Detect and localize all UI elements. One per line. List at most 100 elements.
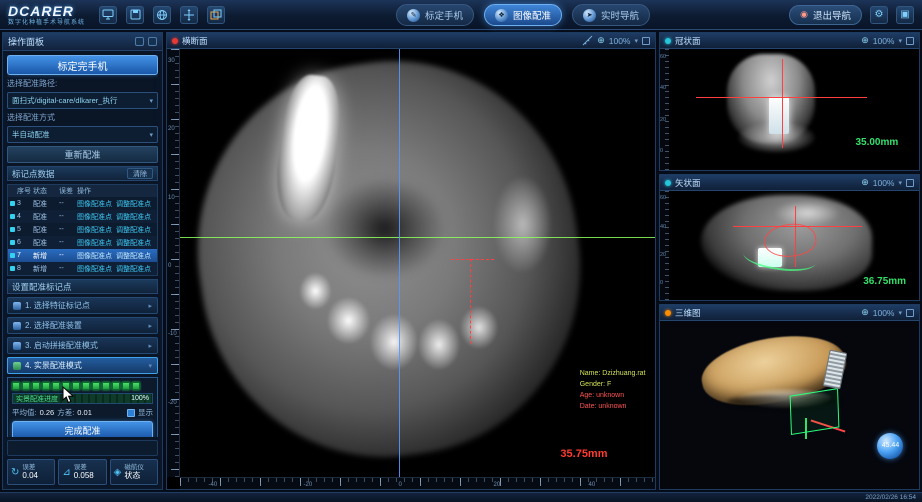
step-start-stitch-registration[interactable]: 3. 启动拼接配准模式 ▸ bbox=[7, 337, 158, 354]
registration-path-select[interactable]: 面扫式/digital-care/dlkarer_执行 ▾ bbox=[7, 92, 158, 109]
zoom-level[interactable]: 100% bbox=[873, 178, 895, 188]
tracking-ball-indicator[interactable]: 45.44 bbox=[877, 433, 903, 459]
select-point-link[interactable]: 图像配准点 bbox=[77, 251, 112, 261]
zoom-icon[interactable]: ⊕ bbox=[597, 35, 605, 46]
collapse-icon[interactable] bbox=[148, 37, 157, 46]
measure-ruler-icon[interactable] bbox=[582, 35, 593, 46]
horizontal-ruler: -40 -20 0 20 40 bbox=[180, 477, 655, 489]
axial-crosshair-horizontal[interactable] bbox=[180, 237, 655, 238]
error-status-box-2[interactable]: ⊿ 误差 0.058 bbox=[58, 459, 106, 485]
top-bar: DCARER 数字化种植手术导航系统 ✎ 标定手机 ❖ 图像配准 ➤ 实时导航 bbox=[0, 0, 922, 30]
marker-row[interactable]: 3 配准 -- 图像配准点调整配准点 bbox=[8, 197, 157, 210]
move-icon[interactable] bbox=[180, 6, 198, 24]
settings-icon[interactable]: ⚙ bbox=[870, 6, 888, 24]
chevron-down-icon: ▾ bbox=[148, 362, 152, 370]
fullscreen-icon[interactable] bbox=[642, 37, 650, 45]
inactive-action-button[interactable] bbox=[7, 440, 158, 456]
zoom-icon[interactable]: ⊕ bbox=[861, 35, 869, 46]
error-status-box-1[interactable]: ↻ 误差 0.04 bbox=[7, 459, 55, 485]
select-point-link[interactable]: 图像配准点 bbox=[77, 238, 112, 248]
view-dot-icon bbox=[665, 310, 671, 316]
registration-stats: 平均值: 0.26 方差: 0.01 显示 bbox=[12, 407, 153, 418]
chevron-down-icon[interactable]: ▾ bbox=[898, 309, 902, 317]
step-select-feature-markers[interactable]: 1. 选择特征标记点 ▸ bbox=[7, 297, 158, 314]
monitor-icon[interactable] bbox=[99, 6, 117, 24]
adjust-point-link[interactable]: 调整配准点 bbox=[116, 264, 151, 274]
select-point-link[interactable]: 图像配准点 bbox=[77, 264, 112, 274]
status-bar: 2022/02/26 16:54 bbox=[0, 492, 922, 502]
main-tabs: ✎ 标定手机 ❖ 图像配准 ➤ 实时导航 bbox=[396, 4, 650, 26]
handpiece-icon: ✎ bbox=[407, 9, 420, 22]
chevron-down-icon: ▾ bbox=[149, 97, 153, 105]
zoom-icon[interactable]: ⊕ bbox=[861, 177, 869, 188]
chevron-down-icon[interactable]: ▾ bbox=[898, 179, 902, 187]
chevron-down-icon[interactable]: ▾ bbox=[634, 37, 638, 45]
zoom-level[interactable]: 100% bbox=[873, 36, 895, 46]
operation-panel-title: 操作面板 bbox=[8, 35, 44, 48]
marker-row[interactable]: 8 新增 -- 图像配准点调整配准点 bbox=[8, 262, 157, 275]
axial-crosshair-vertical[interactable] bbox=[399, 49, 400, 477]
fullscreen-icon[interactable] bbox=[906, 37, 914, 45]
axial-view-title: 横断面 bbox=[182, 35, 208, 47]
adjust-point-link[interactable]: 调整配准点 bbox=[116, 212, 151, 222]
coronal-view-body[interactable]: 60 40 20 0 35.00mm bbox=[660, 49, 919, 170]
tab-label: 图像配准 bbox=[513, 8, 551, 22]
record-dot-icon bbox=[172, 38, 178, 44]
marker-table: 序号 状态 误差 操作 3 配准 -- 图像配准点调整配准点 4 bbox=[7, 184, 158, 276]
chevron-right-icon: ▸ bbox=[148, 302, 152, 310]
marker-row[interactable]: 6 配准 -- 图像配准点调整配准点 bbox=[8, 236, 157, 249]
fullscreen-icon[interactable] bbox=[906, 309, 914, 317]
clear-markers-button[interactable]: 清除 bbox=[127, 168, 153, 179]
tracking-status-row: ↻ 误差 0.04 ⊿ 误差 0.058 ◈ bbox=[7, 459, 158, 485]
sagittal-view-panel: 矢状面 ⊕ 100% ▾ 60 40 20 0 bbox=[659, 174, 920, 301]
tab-label: 标定手机 bbox=[425, 8, 463, 22]
sagittal-view-title: 矢状面 bbox=[675, 177, 701, 189]
tab-image-registration[interactable]: ❖ 图像配准 bbox=[484, 4, 562, 26]
marker-row[interactable]: 4 配准 -- 图像配准点调整配准点 bbox=[8, 210, 157, 223]
show-checkbox[interactable] bbox=[127, 409, 135, 417]
finish-registration-button[interactable]: 完成配准 bbox=[12, 421, 153, 437]
adjust-point-link[interactable]: 调整配准点 bbox=[116, 225, 151, 235]
chevron-down-icon[interactable]: ▾ bbox=[898, 37, 902, 45]
zoom-icon[interactable]: ⊕ bbox=[861, 307, 869, 318]
registration-method-select[interactable]: 半自动配准 ▾ bbox=[7, 126, 158, 143]
marker-table-header: 序号 状态 误差 操作 bbox=[8, 185, 157, 197]
window-icon[interactable]: ▣ bbox=[896, 6, 914, 24]
select-point-link[interactable]: 图像配准点 bbox=[77, 212, 112, 222]
adjust-point-link[interactable]: 调整配准点 bbox=[116, 238, 151, 248]
save-icon[interactable] bbox=[126, 6, 144, 24]
view-dot-icon bbox=[665, 180, 671, 186]
volume-3d-body[interactable]: 45.44 bbox=[660, 321, 919, 489]
zoom-level[interactable]: 100% bbox=[873, 308, 895, 318]
marker-row-selected[interactable]: 7 新增 -- 图像配准点调整配准点 bbox=[8, 249, 157, 262]
zoom-level[interactable]: 100% bbox=[609, 36, 631, 46]
tab-calibrate-handpiece[interactable]: ✎ 标定手机 bbox=[396, 4, 474, 26]
axial-view-body[interactable]: 30 20 10 0 -10 -20 -40 -20 0 20 40 bbox=[167, 49, 655, 489]
adjust-point-link[interactable]: 调整配准点 bbox=[116, 199, 151, 209]
logo-text: DCARER bbox=[8, 4, 85, 18]
registration-icon: ❖ bbox=[495, 9, 508, 22]
tab-realtime-navigation[interactable]: ➤ 实时导航 bbox=[572, 4, 650, 26]
adjust-point-link[interactable]: 调整配准点 bbox=[116, 251, 151, 261]
marker-row[interactable]: 5 配准 -- 图像配准点调整配准点 bbox=[8, 223, 157, 236]
globe-icon[interactable] bbox=[153, 6, 171, 24]
tracker-icon: ◈ bbox=[114, 467, 122, 478]
registration-blocks bbox=[12, 382, 153, 390]
step-select-registration-device[interactable]: 2. 选择配准装置 ▸ bbox=[7, 317, 158, 334]
magnetic-tracker-status-box[interactable]: ◈ 磁航仪 状态 bbox=[110, 459, 158, 485]
exit-navigation-button[interactable]: ◉ 退出导航 bbox=[789, 5, 862, 25]
pin-icon[interactable] bbox=[135, 37, 144, 46]
view-dot-icon bbox=[665, 38, 671, 44]
axial-ct-image[interactable]: Name: Dzizhuang.rat Gender: F Age: unkno… bbox=[180, 49, 655, 477]
re-register-button[interactable]: 重新配准 bbox=[7, 146, 158, 163]
select-point-link[interactable]: 图像配准点 bbox=[77, 199, 112, 209]
fullscreen-icon[interactable] bbox=[906, 179, 914, 187]
select-point-link[interactable]: 图像配准点 bbox=[77, 225, 112, 235]
sagittal-view-body[interactable]: 60 40 20 0 36.75mm bbox=[660, 191, 919, 300]
volume-3d-header: 三维图 ⊕ 100% ▾ bbox=[660, 305, 919, 321]
cube-icon[interactable] bbox=[207, 6, 225, 24]
mouse-cursor bbox=[62, 386, 76, 404]
step-live-registration-mode[interactable]: 4. 实景配准模式 ▾ bbox=[7, 357, 158, 374]
operation-panel: 操作面板 标定完手机 选择配准路径: 面扫式/digital-care/dlka… bbox=[2, 32, 163, 490]
calibrate-handpiece-button[interactable]: 标定完手机 bbox=[7, 55, 158, 75]
